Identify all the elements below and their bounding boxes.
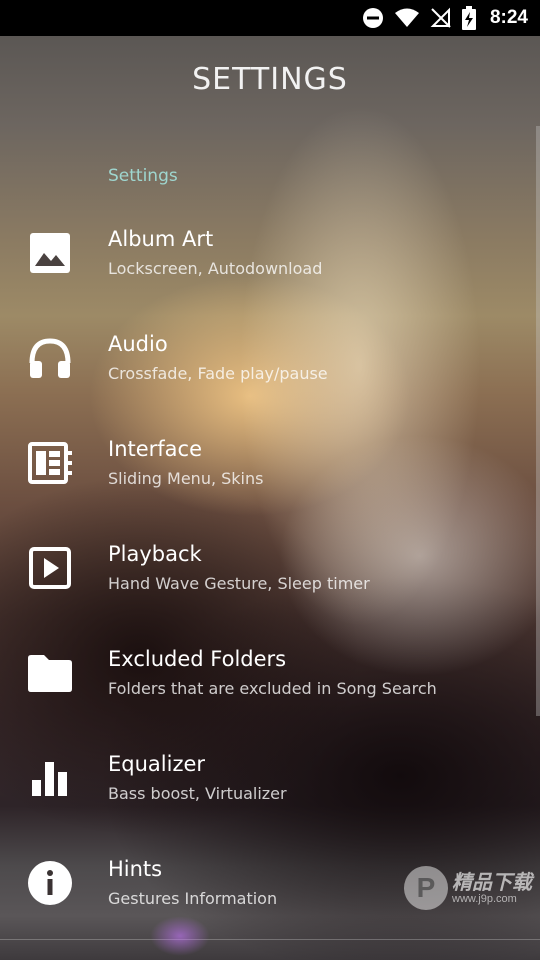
interface-icon (26, 439, 74, 487)
settings-screen: SETTINGS Settings Album Art Lockscreen, … (0, 36, 540, 960)
settings-list: Album Art Lockscreen, Autodownload Audio… (0, 201, 540, 936)
item-subtitle: Bass boost, Virtualizer (108, 784, 287, 803)
watermark: P 精品下载 www.j9p.com (404, 866, 532, 910)
item-title: Playback (108, 542, 202, 566)
status-clock: 8:24 (489, 7, 528, 28)
page-title: SETTINGS (192, 62, 348, 97)
no-signal-icon (430, 7, 452, 29)
settings-item-album-art[interactable]: Album Art Lockscreen, Autodownload (0, 201, 540, 306)
battery-charging-icon (461, 6, 476, 30)
item-subtitle: Gestures Information (108, 889, 278, 908)
item-title: Audio (108, 332, 168, 356)
watermark-name: 精品下载 (452, 870, 532, 894)
do-not-disturb-icon (362, 7, 384, 29)
section-header: Settings (108, 166, 178, 186)
settings-item-equalizer[interactable]: Equalizer Bass boost, Virtualizer (0, 726, 540, 831)
status-bar: 8:24 (0, 0, 540, 36)
wifi-icon (394, 7, 420, 29)
play-icon (26, 544, 74, 592)
lens-glow (150, 916, 210, 956)
info-icon (26, 859, 74, 907)
settings-item-excluded-folders[interactable]: Excluded Folders Folders that are exclud… (0, 621, 540, 726)
item-subtitle: Folders that are excluded in Song Search (108, 679, 437, 698)
item-title: Interface (108, 437, 203, 461)
settings-item-audio[interactable]: Audio Crossfade, Fade play/pause (0, 306, 540, 411)
item-title: Excluded Folders (108, 647, 287, 671)
status-icons: 8:24 (362, 0, 528, 36)
settings-item-interface[interactable]: Interface Sliding Menu, Skins (0, 411, 540, 516)
watermark-text: 精品下载 www.j9p.com (452, 871, 532, 905)
item-subtitle: Hand Wave Gesture, Sleep timer (108, 574, 370, 593)
watermark-logo: P (404, 866, 448, 910)
item-title: Album Art (108, 227, 214, 251)
settings-item-playback[interactable]: Playback Hand Wave Gesture, Sleep timer (0, 516, 540, 621)
divider (0, 939, 540, 940)
watermark-url: www.j9p.com (452, 893, 517, 905)
item-subtitle: Sliding Menu, Skins (108, 469, 264, 488)
item-title: Hints (108, 857, 163, 881)
headphones-icon (26, 334, 74, 382)
item-title: Equalizer (108, 752, 206, 776)
image-icon (26, 229, 74, 277)
equalizer-icon (26, 754, 74, 802)
item-subtitle: Crossfade, Fade play/pause (108, 364, 328, 383)
folder-icon (26, 649, 74, 697)
item-subtitle: Lockscreen, Autodownload (108, 259, 323, 278)
